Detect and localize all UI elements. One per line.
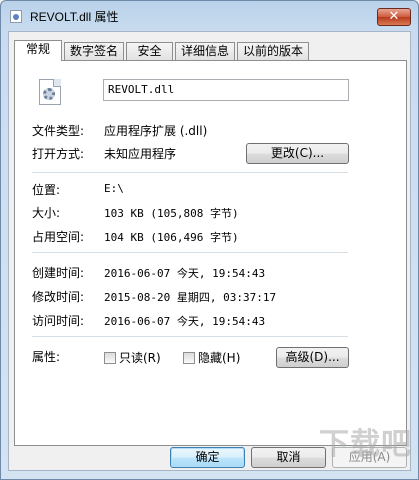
open-with-value: 未知应用程序	[104, 147, 177, 161]
ok-button[interactable]: 确定	[170, 447, 245, 468]
file-type-value: 应用程序扩展 (.dll)	[104, 124, 208, 138]
tab-general[interactable]: 常规	[14, 40, 62, 61]
separator	[32, 252, 348, 253]
location-label: 位置:	[32, 183, 61, 197]
attributes-label: 属性:	[32, 350, 61, 364]
tab-previous-versions[interactable]: 以前的版本	[237, 42, 309, 60]
modified-value: 2015-08-20 星期四, 03:37:17	[104, 291, 277, 304]
checkbox-box[interactable]	[104, 351, 116, 364]
separator	[32, 336, 348, 337]
readonly-label: 只读(R)	[119, 351, 161, 365]
separator	[32, 172, 348, 173]
close-button[interactable]: ✕	[377, 8, 411, 26]
change-button[interactable]: 更改(C)...	[246, 143, 349, 164]
file-type-label: 文件类型:	[32, 124, 85, 138]
file-name-field[interactable]: REVOLT.dll	[103, 79, 349, 101]
general-tab-panel: REVOLT.dll 文件类型: 应用程序扩展 (.dll) 打开方式: 未知应…	[14, 60, 407, 446]
tab-security[interactable]: 安全	[126, 42, 173, 60]
hidden-label: 隐藏(H)	[198, 351, 241, 365]
properties-window: REVOLT.dll 属性 ✕ 常规 数字签名 安全 详细信息 以前的版本 RE…	[0, 0, 419, 480]
tab-details[interactable]: 详细信息	[175, 42, 235, 60]
location-value: E:\	[104, 182, 124, 195]
size-on-disk-value: 104 KB (106,496 字节)	[104, 231, 239, 244]
readonly-checkbox[interactable]: 只读(R)	[104, 349, 161, 366]
size-label: 大小:	[32, 206, 61, 220]
size-on-disk-label: 占用空间:	[32, 230, 85, 244]
accessed-label: 访问时间:	[32, 314, 85, 328]
created-label: 创建时间:	[32, 266, 85, 280]
accessed-value: 2016-06-07 今天, 19:54:43	[104, 315, 266, 328]
size-value: 103 KB (105,808 字节)	[104, 207, 239, 220]
title-bar[interactable]: REVOLT.dll 属性 ✕	[1, 1, 418, 31]
modified-label: 修改时间:	[32, 290, 85, 304]
open-with-label: 打开方式:	[32, 147, 85, 161]
watermark-logo: 下载吧	[319, 427, 412, 462]
dll-file-icon	[10, 10, 22, 23]
created-value: 2016-06-07 今天, 19:54:43	[104, 267, 266, 280]
dll-file-gear-icon	[39, 79, 61, 105]
window-title: REVOLT.dll 属性	[30, 10, 119, 24]
checkbox-box[interactable]	[183, 351, 195, 364]
gear-icon	[43, 88, 55, 100]
hidden-checkbox[interactable]: 隐藏(H)	[183, 349, 240, 366]
advanced-button[interactable]: 高级(D)...	[276, 347, 349, 368]
dialog-client-area: 常规 数字签名 安全 详细信息 以前的版本 REVOLT.dll 文件类型: 应…	[8, 31, 411, 471]
tab-digital-signatures[interactable]: 数字签名	[64, 42, 124, 60]
cancel-button[interactable]: 取消	[251, 447, 326, 468]
